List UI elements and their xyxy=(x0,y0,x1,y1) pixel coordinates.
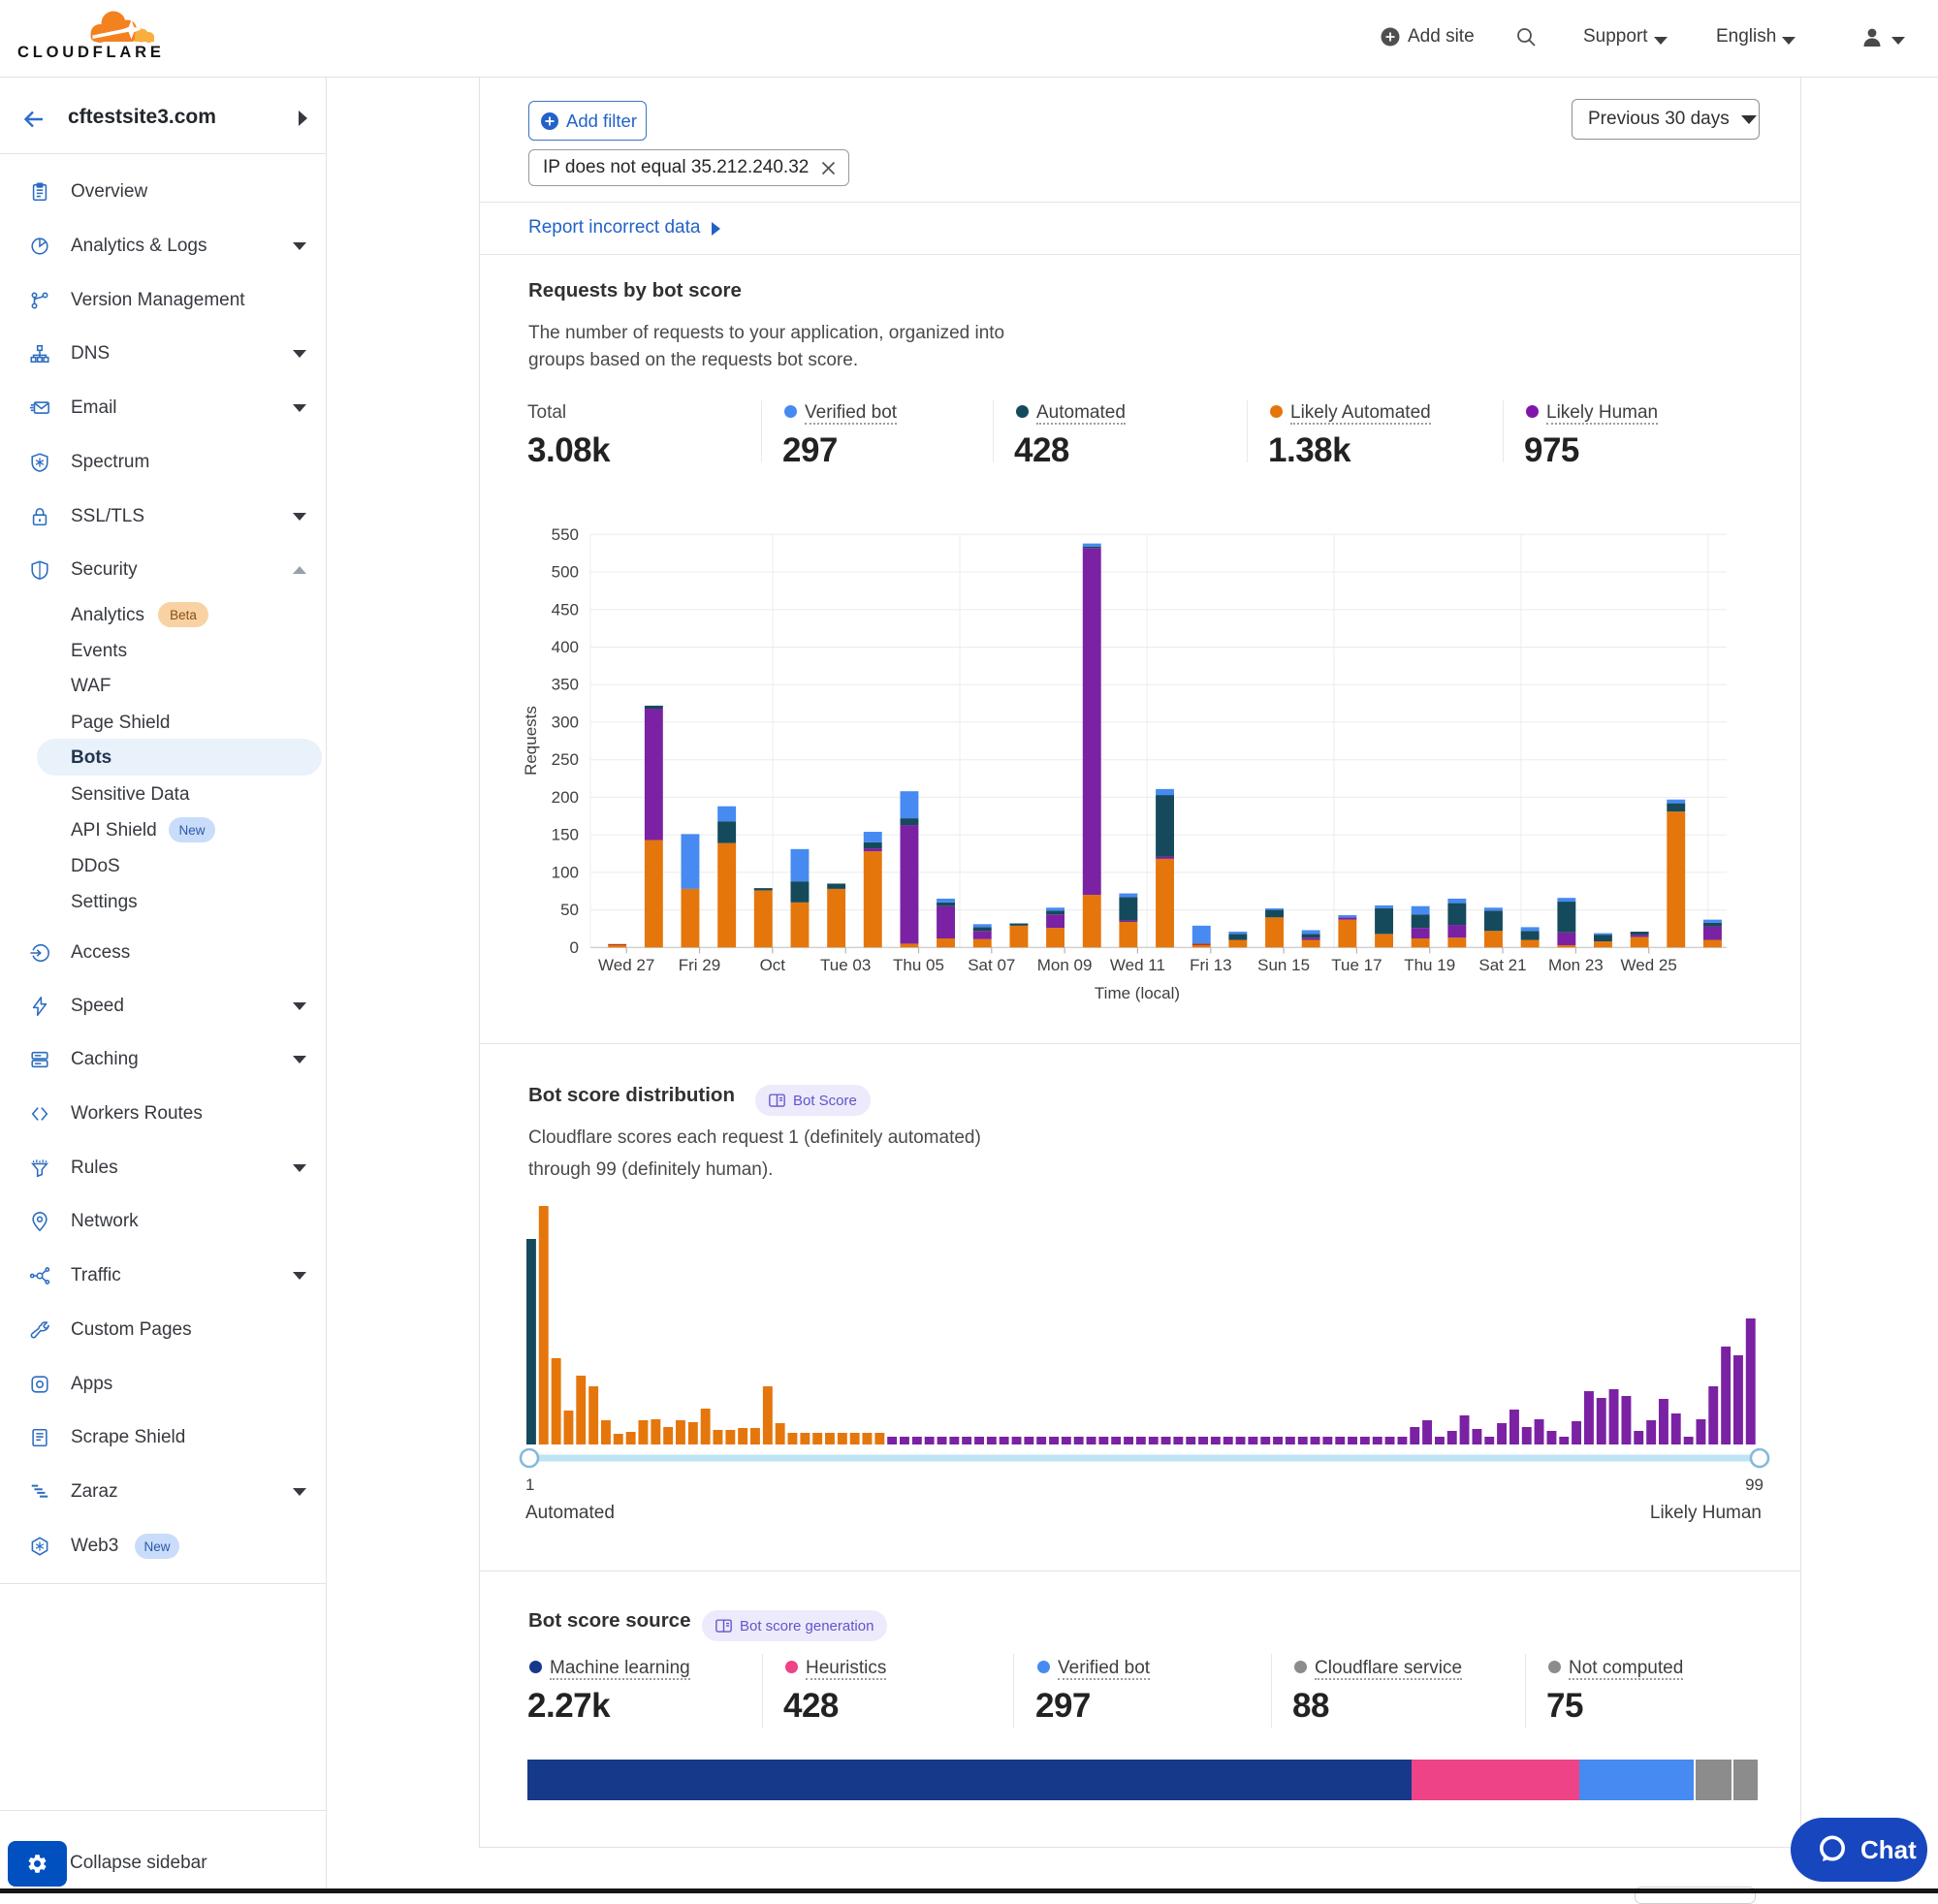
svg-text:Requests: Requests xyxy=(522,706,540,776)
svg-text:Sun 15: Sun 15 xyxy=(1257,956,1310,974)
svg-text:CLOUDFLARE: CLOUDFLARE xyxy=(17,44,165,61)
svg-text:450: 450 xyxy=(552,600,579,619)
svg-text:Fri 13: Fri 13 xyxy=(1190,956,1231,974)
svg-text:50: 50 xyxy=(560,901,579,919)
svg-text:Time (local): Time (local) xyxy=(1095,984,1180,1002)
svg-text:Fri 29: Fri 29 xyxy=(679,956,720,974)
svg-text:550: 550 xyxy=(552,525,579,544)
svg-text:200: 200 xyxy=(552,788,579,807)
svg-text:Oct: Oct xyxy=(760,956,786,974)
svg-text:500: 500 xyxy=(552,563,579,582)
svg-text:Automated: Automated xyxy=(525,1503,615,1523)
svg-text:Thu 19: Thu 19 xyxy=(1404,956,1455,974)
svg-text:100: 100 xyxy=(552,863,579,881)
svg-text:99: 99 xyxy=(1745,1476,1763,1494)
svg-text:Likely Human: Likely Human xyxy=(1650,1503,1762,1523)
svg-text:Sat 21: Sat 21 xyxy=(1478,956,1526,974)
svg-text:1: 1 xyxy=(525,1476,534,1494)
svg-text:Thu 05: Thu 05 xyxy=(893,956,944,974)
svg-text:250: 250 xyxy=(552,750,579,769)
svg-text:Mon 23: Mon 23 xyxy=(1548,956,1604,974)
svg-text:150: 150 xyxy=(552,826,579,844)
svg-text:400: 400 xyxy=(552,638,579,656)
svg-text:0: 0 xyxy=(570,938,579,957)
svg-text:350: 350 xyxy=(552,676,579,694)
svg-text:Wed 11: Wed 11 xyxy=(1110,956,1165,974)
svg-text:Wed 27: Wed 27 xyxy=(598,956,654,974)
svg-text:Wed 25: Wed 25 xyxy=(1621,956,1677,974)
svg-text:Mon 09: Mon 09 xyxy=(1037,956,1093,974)
svg-text:300: 300 xyxy=(552,713,579,731)
svg-text:Sat 07: Sat 07 xyxy=(968,956,1015,974)
svg-text:Tue 17: Tue 17 xyxy=(1331,956,1382,974)
svg-text:Tue 03: Tue 03 xyxy=(820,956,871,974)
